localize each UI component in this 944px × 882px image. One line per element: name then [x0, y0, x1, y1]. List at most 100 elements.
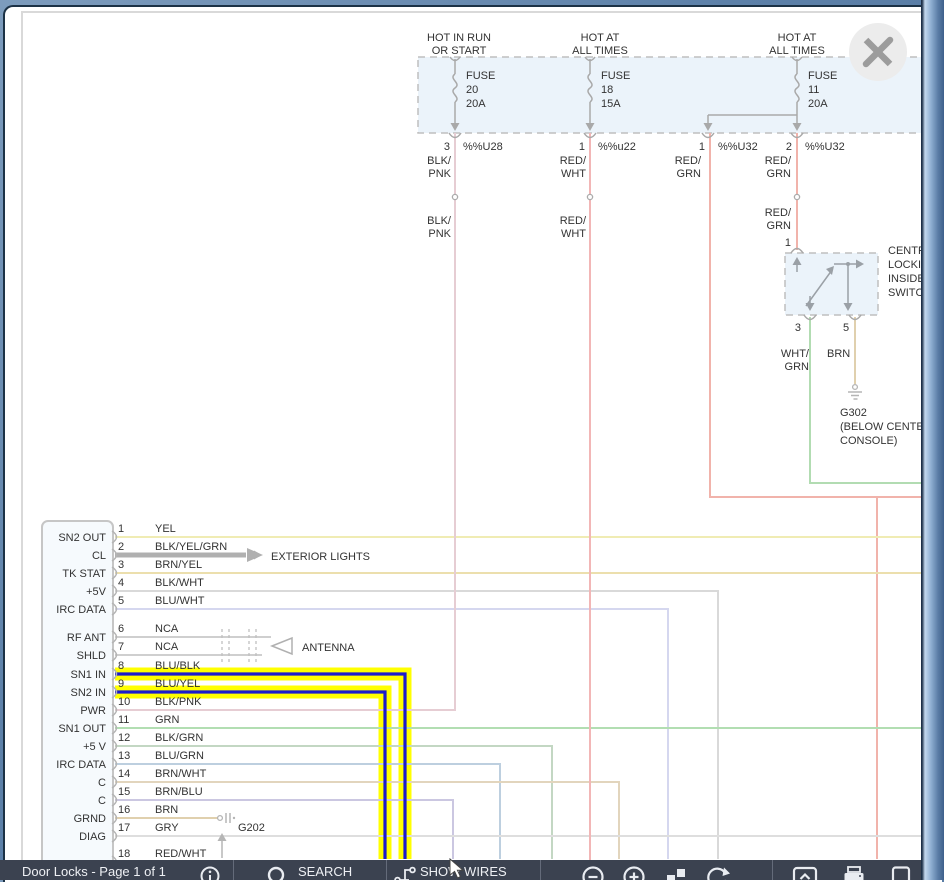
pin-number: 15	[118, 786, 130, 798]
label: 18	[601, 84, 613, 96]
label: 2	[786, 141, 792, 153]
connector-pin-label: IRC DATA	[56, 759, 106, 771]
search-icon[interactable]	[266, 865, 290, 880]
pin-number: 16	[118, 804, 130, 816]
connector-pin-label: SN1 IN	[71, 669, 107, 681]
label: 5	[843, 322, 849, 334]
connector-pin-label: TK STAT	[62, 568, 106, 580]
pin-number: 13	[118, 750, 130, 762]
connector-pin-label: DIAG	[79, 831, 106, 843]
info-icon[interactable]	[199, 865, 221, 880]
inline-connector	[793, 193, 801, 201]
label: FUSE	[808, 70, 837, 82]
label: WHT	[561, 228, 586, 240]
exterior-lights-arrow	[247, 548, 263, 562]
fit-to-screen-icon[interactable]	[664, 865, 688, 880]
print-icon[interactable]	[841, 865, 867, 880]
label: RED/	[765, 207, 792, 219]
toolbar-separator	[772, 860, 773, 880]
toolbar-separator	[540, 860, 541, 880]
label: (BELOW CENTER	[840, 421, 932, 433]
inline-connector	[586, 193, 594, 201]
label: CONSOLE)	[840, 435, 897, 447]
label: %%U32	[718, 141, 758, 153]
label: RED/	[560, 155, 587, 167]
label: RED/	[675, 155, 702, 167]
connector-pin-label: SN1 OUT	[58, 723, 106, 735]
reset-rotate-icon[interactable]	[705, 865, 731, 880]
document-icon[interactable]	[889, 865, 913, 880]
pin-number: 4	[118, 577, 124, 589]
wire-color-label: BLU/WHT	[155, 595, 205, 607]
label: %%U28	[463, 141, 503, 153]
toolbar-separator	[233, 860, 234, 880]
pin-number: 8	[118, 660, 124, 672]
wire-color-label: BRN/YEL	[155, 559, 202, 571]
label: FUSE	[601, 70, 630, 82]
wire-color-label: BLK/PNK	[155, 696, 202, 708]
label: 3	[795, 322, 801, 334]
label: BRN	[827, 348, 850, 360]
label: %%U32	[805, 141, 845, 153]
pin-number: 5	[118, 595, 124, 607]
label: GRN	[767, 168, 792, 180]
connector-pin-label: +5V	[86, 586, 107, 598]
antenna-icon	[269, 636, 293, 656]
pin-number: 3	[118, 559, 124, 571]
label: GRN	[677, 168, 702, 180]
label: HOT IN RUN	[427, 32, 491, 44]
scrollbar[interactable]	[921, 0, 944, 880]
wire-color-label: BLU/GRN	[155, 750, 204, 762]
wire-color-label: NCA	[155, 623, 179, 635]
label: 20A	[808, 98, 828, 110]
switch-junction	[846, 262, 850, 266]
export-icon[interactable]	[792, 865, 818, 880]
wire-WHT/GRN	[809, 317, 935, 484]
label: GRN	[785, 361, 810, 373]
pin-number: 6	[118, 623, 124, 635]
label: %%u22	[598, 141, 636, 153]
label: 1	[699, 141, 705, 153]
connector-pin-label: RF ANT	[67, 632, 106, 644]
search-button[interactable]: SEARCH	[298, 864, 352, 879]
connector-pin-label: +5 V	[83, 741, 107, 753]
wire-color-label: BLK/YEL/GRN	[155, 541, 227, 553]
label: ALL TIMES	[769, 45, 825, 57]
connector-pin-label: PWR	[80, 705, 106, 717]
label: WHT/	[781, 348, 810, 360]
pin-number: 18	[118, 848, 130, 860]
wire-color-label: BLK/GRN	[155, 732, 203, 744]
inline-connector	[451, 193, 459, 201]
pin-number: 1	[118, 523, 124, 535]
label: 1	[785, 237, 791, 249]
wire-color-label: RED/WHT	[155, 848, 207, 860]
label: 20A	[466, 98, 486, 110]
connector-pin-label: C	[98, 795, 106, 807]
label: 15A	[601, 98, 621, 110]
zoom-in-icon[interactable]	[622, 865, 646, 880]
show-wires-icon[interactable]	[393, 865, 417, 880]
pin-number: 10	[118, 696, 130, 708]
label: 1	[579, 141, 585, 153]
connector-pin-label: C	[98, 777, 106, 789]
wire-color-label: GRY	[155, 822, 179, 834]
label: HOT AT	[581, 32, 620, 44]
connector-pin-label: SHLD	[77, 650, 106, 662]
label: GRN	[767, 220, 792, 232]
label: PNK	[428, 228, 451, 240]
page-title: Door Locks - Page 1 of 1	[22, 864, 166, 879]
label: 11	[808, 84, 819, 96]
wire-BLK/GRN	[115, 745, 553, 859]
label: HOT AT	[778, 32, 817, 44]
label: BLK/	[427, 215, 452, 227]
label: EXTERIOR LIGHTS	[271, 551, 370, 563]
zoom-out-icon[interactable]	[581, 865, 605, 880]
connector-pin-label: CL	[92, 550, 106, 562]
pin-number: 7	[118, 641, 124, 653]
wiring-diagram: 1 YEL SN2 OUT 2 BLK/YEL/GRN CL 3 BRN/YEL TK STAT…	[21, 11, 940, 879]
pin-number: 14	[118, 768, 130, 780]
ground-g202-icon	[216, 814, 224, 822]
toolbar-separator	[386, 860, 387, 880]
pin-number: 2	[118, 541, 124, 553]
connector-pin-label: SN2 IN	[71, 687, 107, 699]
